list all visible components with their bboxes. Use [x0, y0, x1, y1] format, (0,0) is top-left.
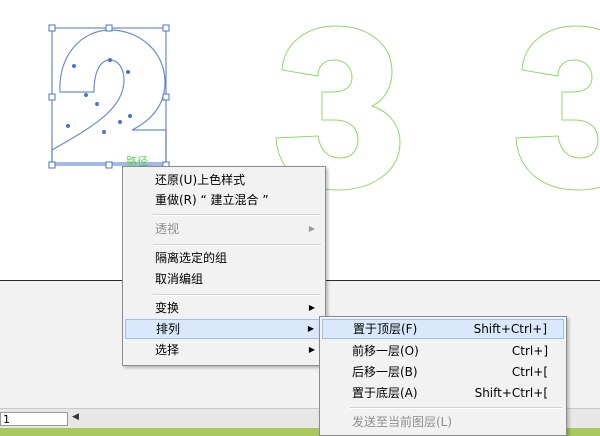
- triangle-right-icon: ▶: [308, 224, 315, 233]
- menu-item-bring-forward[interactable]: 前移一层(O) Ctrl+]: [322, 341, 564, 361]
- menu-item-label: 置于底层(A): [352, 386, 418, 400]
- menu-item-redo-make-blend[interactable]: 重做(R) “ 建立混合 ”: [125, 190, 323, 210]
- menu-item-label: 发送至当前图层(L): [352, 415, 453, 429]
- triangle-right-icon: ▶: [307, 324, 314, 333]
- menu-item-shortcut: Shift+Ctrl+]: [473, 322, 547, 336]
- menu-item-undo-color-style[interactable]: 还原(U)上色样式: [125, 170, 323, 190]
- menu-item-label: 透视: [155, 222, 180, 236]
- menu-separator: [350, 407, 562, 409]
- menu-item-bring-to-front[interactable]: 置于顶层(F) Shift+Ctrl+]: [322, 319, 564, 339]
- menu-item-arrange[interactable]: 排列 ▶: [125, 319, 323, 339]
- menu-item-label: 置于顶层(F): [353, 322, 418, 336]
- menu-item-select[interactable]: 选择 ▶: [125, 340, 323, 360]
- menu-item-label: 变换: [155, 301, 180, 315]
- triangle-right-icon: ▶: [308, 345, 315, 354]
- menu-item-send-to-current-layer: 发送至当前图层(L): [322, 412, 564, 432]
- menu-item-perspective: 透视 ▶: [125, 219, 323, 239]
- menu-item-shortcut: Ctrl+[: [511, 365, 548, 379]
- menu-item-label: 排列: [156, 322, 181, 336]
- triangle-right-icon: ▶: [308, 303, 315, 312]
- menu-item-label: 后移一层(B): [352, 365, 418, 379]
- menu-separator: [153, 214, 321, 216]
- menu-item-label: 隔离选定的组: [155, 251, 228, 265]
- menu-item-label: 选择: [155, 343, 180, 357]
- menu-item-shortcut: Shift+Ctrl+[: [474, 386, 548, 400]
- glyph-3-outline-partial[interactable]: [515, 25, 600, 191]
- menu-separator: [153, 294, 321, 296]
- context-menu: 还原(U)上色样式 重做(R) “ 建立混合 ” 透视 ▶ 隔离选定的组 取消编…: [122, 166, 326, 366]
- menu-item-transform[interactable]: 变换 ▶: [125, 298, 323, 318]
- menu-item-isolate-group[interactable]: 隔离选定的组: [125, 248, 323, 268]
- menu-item-shortcut: Ctrl+]: [511, 344, 548, 358]
- menu-item-label: 还原(U)上色样式: [155, 173, 246, 187]
- menu-item-send-to-back[interactable]: 置于底层(A) Shift+Ctrl+[: [322, 383, 564, 403]
- menu-item-label: 取消编组: [155, 272, 204, 286]
- triangle-left-icon[interactable]: ◀: [72, 412, 79, 422]
- menu-item-ungroup[interactable]: 取消编组: [125, 269, 323, 289]
- menu-item-send-backward[interactable]: 后移一层(B) Ctrl+[: [322, 362, 564, 382]
- menu-item-label: 前移一层(O): [352, 344, 419, 358]
- arrange-submenu: 置于顶层(F) Shift+Ctrl+] 前移一层(O) Ctrl+] 后移一层…: [319, 316, 567, 436]
- menu-separator: [153, 244, 321, 246]
- menu-item-label: 重做(R) “ 建立混合 ”: [155, 193, 269, 207]
- page-number-field[interactable]: 1: [0, 412, 68, 426]
- glyph-2-outline[interactable]: [48, 24, 170, 169]
